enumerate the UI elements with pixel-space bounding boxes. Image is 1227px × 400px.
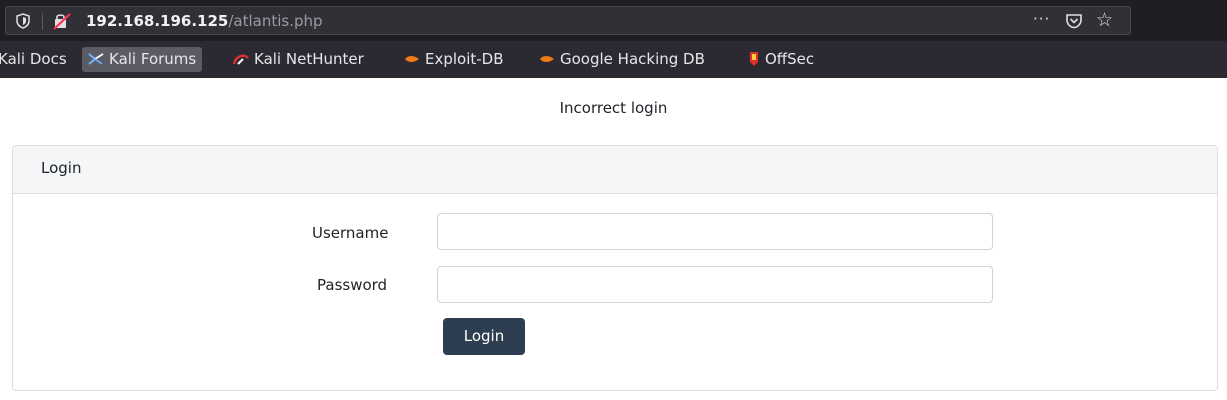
url-path: /atlantis.php (228, 12, 323, 30)
exploit-db-icon (405, 55, 419, 62)
password-label: Password (317, 276, 388, 294)
bookmarks-toolbar: Kali Docs Kali Forums Kali NetHunter Exp… (0, 41, 1227, 78)
kali-forums-icon (88, 52, 104, 65)
bookmark-label: Google Hacking DB (560, 50, 705, 68)
address-bar-separator (42, 13, 43, 30)
url-text[interactable]: 192.168.196.125/atlantis.php (86, 11, 323, 31)
bookmark-kali-nethunter[interactable]: Kali NetHunter (233, 47, 364, 72)
error-message: Incorrect login (559, 99, 668, 117)
bookmark-kali-docs[interactable]: Kali Docs (0, 47, 67, 72)
bookmark-kali-forums[interactable]: Kali Forums (82, 47, 203, 72)
bookmark-offsec[interactable]: OffSec (748, 47, 814, 72)
offsec-icon (750, 51, 758, 66)
card-title: Login (41, 159, 82, 177)
insecure-lock-icon[interactable] (52, 12, 72, 30)
url-host: 192.168.196.125 (86, 12, 229, 30)
exploit-db-icon (540, 55, 554, 62)
username-input[interactable] (437, 213, 993, 250)
password-input[interactable] (437, 266, 993, 303)
bookmark-label: Kali Docs (0, 50, 67, 68)
bookmark-label: Kali Forums (109, 50, 197, 68)
address-bar[interactable]: 192.168.196.125/atlantis.php ··· ☆ (5, 6, 1131, 35)
bookmark-label: Kali NetHunter (254, 50, 364, 68)
pocket-icon[interactable] (1065, 12, 1083, 30)
bookmark-label: Exploit-DB (425, 50, 504, 68)
browser-toolbar: 192.168.196.125/atlantis.php ··· ☆ (0, 0, 1227, 41)
page-content: Incorrect login Login Username Password … (0, 78, 1227, 400)
shield-icon[interactable] (15, 13, 31, 29)
bookmark-star-icon[interactable]: ☆ (1096, 8, 1113, 32)
bookmark-exploit-db[interactable]: Exploit-DB (404, 47, 504, 72)
bookmark-label: OffSec (765, 50, 815, 68)
nethunter-icon (233, 54, 249, 65)
card-header: Login (13, 146, 1217, 194)
login-card: Login Username Password Login (12, 145, 1218, 391)
bookmark-google-hacking-db[interactable]: Google Hacking DB (539, 47, 705, 72)
login-button[interactable]: Login (443, 318, 525, 355)
more-actions-icon[interactable]: ··· (1033, 9, 1050, 29)
username-label: Username (312, 224, 389, 242)
